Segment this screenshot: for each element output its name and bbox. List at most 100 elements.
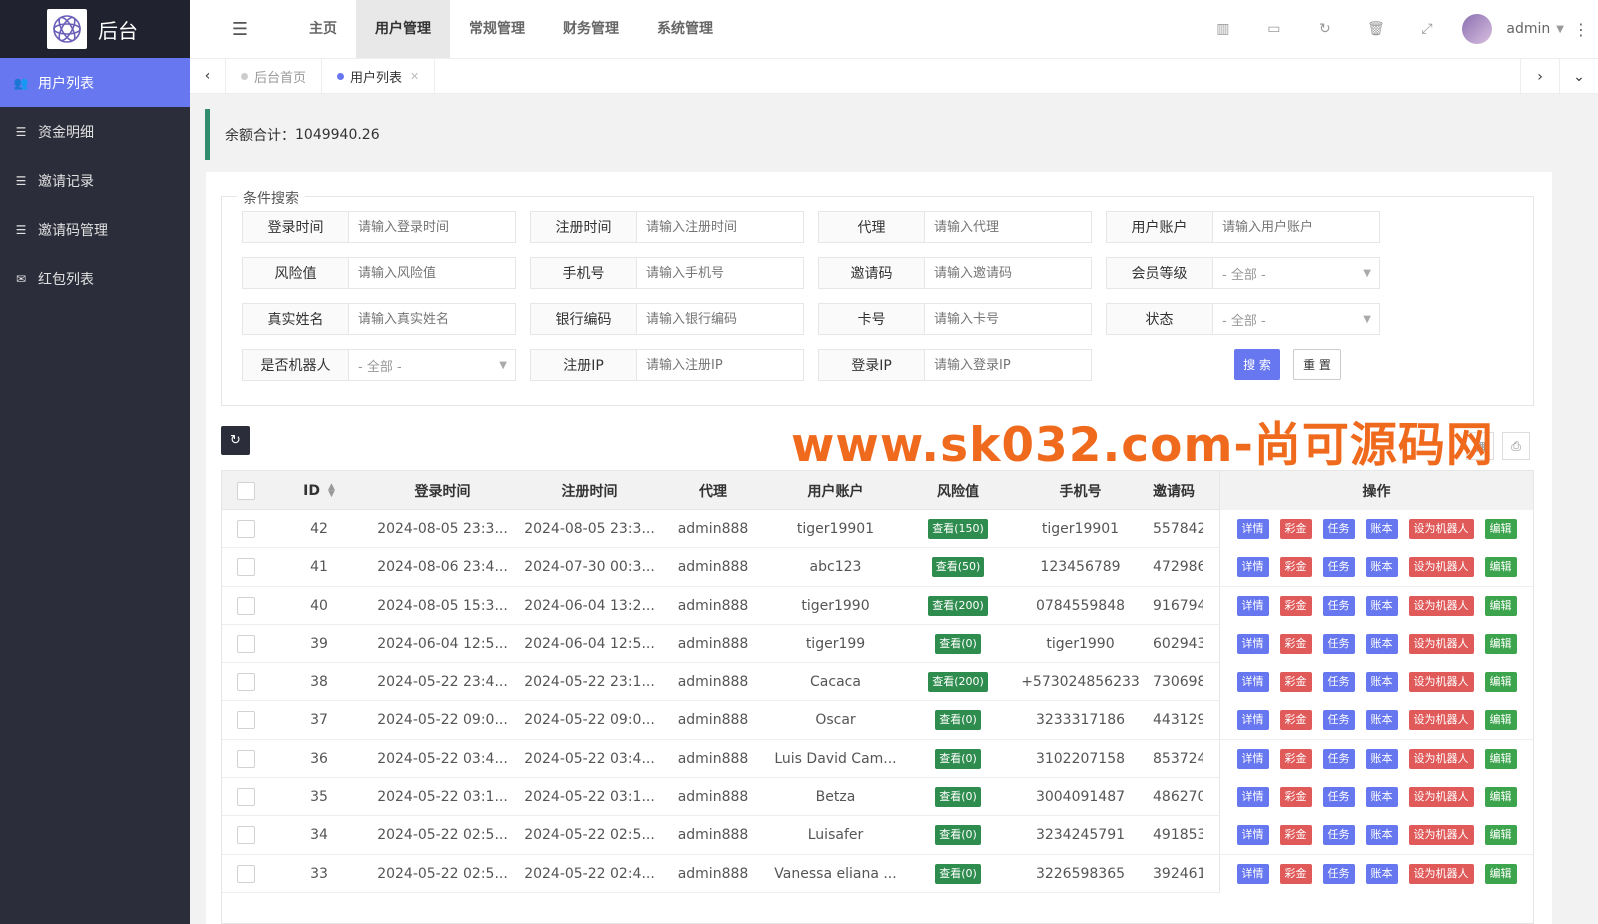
detail-button[interactable]: 详情 [1236,710,1269,731]
detail-button[interactable]: 详情 [1236,748,1269,769]
edit-button[interactable]: 编辑 [1484,633,1517,654]
task-button[interactable]: 任务 [1322,787,1355,808]
tab-0[interactable]: 后台首页 [226,58,323,94]
search-button[interactable]: 搜 索 [1234,349,1280,380]
robot-button[interactable]: 设为机器人 [1408,557,1474,578]
card-icon[interactable]: ▭ [1248,21,1299,37]
field-input[interactable] [925,257,1092,289]
task-button[interactable]: 任务 [1322,710,1355,731]
detail-button[interactable]: 详情 [1236,595,1269,616]
menu-toggle-icon[interactable]: ☰ [190,19,290,40]
field-input[interactable] [349,257,516,289]
robot-button[interactable]: 设为机器人 [1408,787,1474,808]
trash-icon[interactable]: 🗑 [1350,21,1401,37]
close-icon[interactable]: ✕ [410,70,419,83]
row-checkbox[interactable] [236,864,255,883]
row-checkbox[interactable] [236,673,255,692]
tab-menu-icon[interactable]: ⌄ [1559,59,1598,95]
robot-button[interactable]: 设为机器人 [1408,672,1474,693]
task-button[interactable]: 任务 [1322,863,1355,884]
bonus-button[interactable]: 彩金 [1279,519,1312,539]
fullscreen-icon[interactable]: ⤢ [1401,21,1452,37]
bonus-button[interactable]: 彩金 [1279,672,1312,693]
task-button[interactable]: 任务 [1322,825,1355,846]
field-select[interactable]: - 全部 - ▼ [1213,257,1380,289]
field-input[interactable] [925,211,1092,243]
sidebar-item-2[interactable]: ☰ 邀请记录 [0,156,190,205]
more-icon[interactable]: ⋮ [1564,20,1598,39]
table-refresh-button[interactable]: ↻ [221,426,250,455]
chart-icon[interactable]: ▥ [1197,21,1248,37]
chevron-down-icon[interactable]: ▼ [1556,24,1564,35]
ledger-button[interactable]: 账本 [1365,595,1398,616]
row-checkbox[interactable] [236,788,255,807]
row-checkbox[interactable] [236,749,255,768]
detail-button[interactable]: 详情 [1236,557,1269,578]
sort-icon[interactable]: ▲ ▼ [328,482,335,498]
risk-view-button[interactable]: 查看(0) [935,710,981,731]
robot-button[interactable]: 设为机器人 [1408,710,1474,731]
robot-button[interactable]: 设为机器人 [1408,633,1474,654]
ledger-button[interactable]: 账本 [1365,710,1398,731]
field-input[interactable] [925,303,1092,335]
select-all-checkbox[interactable] [236,481,255,500]
bonus-button[interactable]: 彩金 [1279,863,1312,884]
tab-1[interactable]: 用户列表 ✕ [322,58,436,94]
bonus-button[interactable]: 彩金 [1279,633,1312,654]
field-select[interactable]: - 全部 - ▼ [1213,303,1380,335]
row-checkbox[interactable] [236,596,255,615]
edit-button[interactable]: 编辑 [1484,672,1517,693]
robot-button[interactable]: 设为机器人 [1408,863,1474,884]
edit-button[interactable]: 编辑 [1484,863,1517,884]
bonus-button[interactable]: 彩金 [1279,595,1312,616]
sidebar-item-3[interactable]: ☰ 邀请码管理 [0,205,190,254]
ledger-button[interactable]: 账本 [1365,557,1398,578]
top-nav-item-1[interactable]: 用户管理 [356,0,450,58]
edit-button[interactable]: 编辑 [1484,557,1517,578]
top-nav-item-4[interactable]: 系统管理 [638,0,732,58]
bonus-button[interactable]: 彩金 [1279,825,1312,846]
robot-button[interactable]: 设为机器人 [1408,748,1474,769]
tab-prev-icon[interactable]: ‹ [190,58,226,94]
detail-button[interactable]: 详情 [1236,787,1269,808]
field-input[interactable] [637,303,804,335]
row-checkbox[interactable] [236,711,255,730]
risk-view-button[interactable]: 查看(50) [931,557,985,578]
user-name[interactable]: admin [1506,21,1550,37]
task-button[interactable]: 任务 [1322,672,1355,693]
detail-button[interactable]: 详情 [1236,519,1269,539]
bonus-button[interactable]: 彩金 [1279,787,1312,808]
row-checkbox[interactable] [236,520,255,538]
robot-button[interactable]: 设为机器人 [1408,825,1474,846]
edit-button[interactable]: 编辑 [1484,748,1517,769]
tab-next-icon[interactable]: › [1520,59,1559,95]
task-button[interactable]: 任务 [1322,557,1355,578]
detail-button[interactable]: 详情 [1236,863,1269,884]
robot-button[interactable]: 设为机器人 [1408,519,1474,539]
edit-button[interactable]: 编辑 [1484,825,1517,846]
page-scrollbar[interactable] [1568,94,1598,924]
sidebar-item-4[interactable]: ✉ 红包列表 [0,254,190,303]
avatar[interactable] [1462,14,1493,44]
row-checkbox[interactable] [236,558,255,577]
risk-view-button[interactable]: 查看(200) [928,672,988,693]
risk-view-button[interactable]: 查看(0) [935,825,981,846]
top-nav-item-0[interactable]: 主页 [290,0,356,58]
field-input[interactable] [1213,211,1380,243]
col-id[interactable]: ID ▲ ▼ [269,471,369,510]
risk-view-button[interactable]: 查看(0) [935,863,981,884]
risk-view-button[interactable]: 查看(200) [928,595,988,616]
ledger-button[interactable]: 账本 [1365,672,1398,693]
reset-button[interactable]: 重 置 [1293,349,1341,380]
refresh-icon[interactable]: ↻ [1299,21,1350,37]
row-checkbox[interactable] [236,634,255,653]
bonus-button[interactable]: 彩金 [1279,710,1312,731]
detail-button[interactable]: 详情 [1236,672,1269,693]
risk-view-button[interactable]: 查看(0) [935,748,981,769]
field-input[interactable] [637,211,804,243]
edit-button[interactable]: 编辑 [1484,595,1517,616]
export-icon[interactable]: ⎙ [1502,432,1530,460]
task-button[interactable]: 任务 [1322,595,1355,616]
top-nav-item-3[interactable]: 财务管理 [544,0,638,58]
task-button[interactable]: 任务 [1322,633,1355,654]
